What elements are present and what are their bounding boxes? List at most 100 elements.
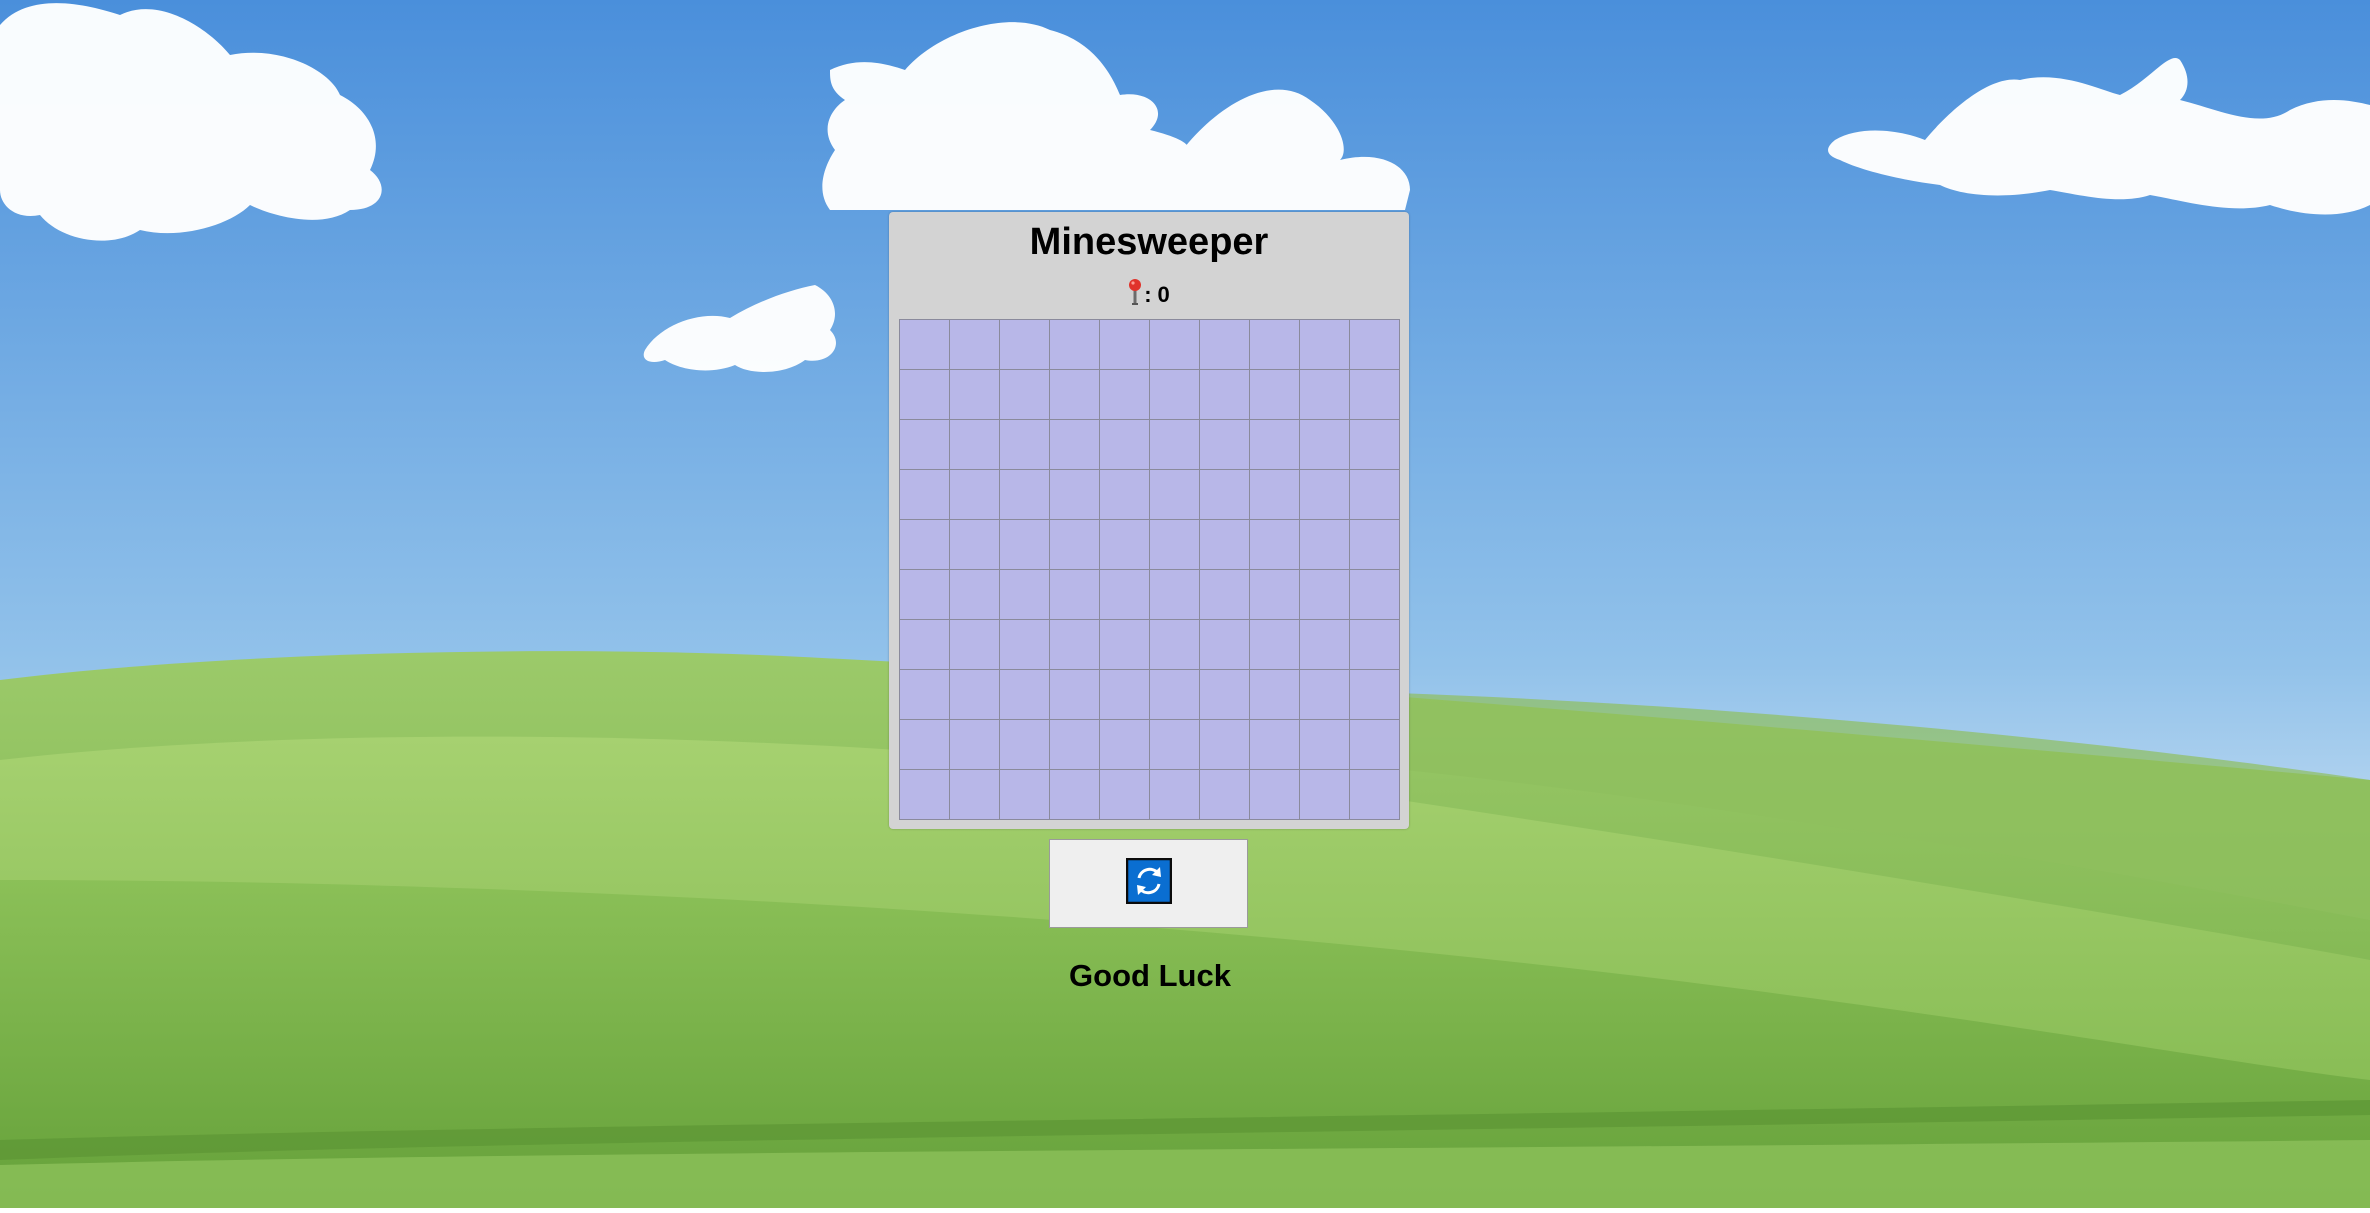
grid-cell[interactable] (1149, 669, 1199, 719)
grid-cell[interactable] (1349, 669, 1399, 719)
grid-cell[interactable] (899, 319, 949, 369)
grid-cell[interactable] (1099, 719, 1149, 769)
grid-cell[interactable] (1049, 319, 1099, 369)
grid-cell[interactable] (1049, 619, 1099, 669)
grid-cell[interactable] (1349, 319, 1399, 369)
grid-cell[interactable] (1149, 369, 1199, 419)
grid-cell[interactable] (999, 419, 1049, 469)
grid-cell[interactable] (1149, 419, 1199, 469)
grid-cell[interactable] (1149, 519, 1199, 569)
grid-cell[interactable] (1249, 419, 1299, 469)
grid-cell[interactable] (1099, 669, 1149, 719)
grid-cell[interactable] (1049, 419, 1099, 469)
grid-cell[interactable] (1249, 519, 1299, 569)
grid-cell[interactable] (1049, 719, 1099, 769)
grid-cell[interactable] (1199, 519, 1249, 569)
grid-cell[interactable] (999, 519, 1049, 569)
grid-cell[interactable] (1199, 369, 1249, 419)
grid-cell[interactable] (1299, 719, 1349, 769)
grid-cell[interactable] (999, 669, 1049, 719)
grid-cell[interactable] (1349, 369, 1399, 419)
grid-cell[interactable] (1049, 469, 1099, 519)
grid-cell[interactable] (1299, 469, 1349, 519)
grid-cell[interactable] (899, 769, 949, 819)
grid-cell[interactable] (1099, 419, 1149, 469)
grid-cell[interactable] (1049, 519, 1099, 569)
grid-cell[interactable] (1299, 519, 1349, 569)
grid-cell[interactable] (1099, 569, 1149, 619)
grid-cell[interactable] (999, 319, 1049, 369)
grid-cell[interactable] (1249, 619, 1299, 669)
grid-cell[interactable] (899, 419, 949, 469)
grid-cell[interactable] (899, 719, 949, 769)
grid-cell[interactable] (1149, 719, 1199, 769)
grid-cell[interactable] (899, 369, 949, 419)
grid-cell[interactable] (899, 569, 949, 619)
grid-cell[interactable] (1249, 569, 1299, 619)
reset-button[interactable] (1049, 839, 1248, 928)
grid-cell[interactable] (899, 469, 949, 519)
grid-cell[interactable] (1349, 769, 1399, 819)
grid-cell[interactable] (949, 319, 999, 369)
grid-cell[interactable] (1149, 569, 1199, 619)
grid-cell[interactable] (1199, 669, 1249, 719)
grid-cell[interactable] (1149, 769, 1199, 819)
grid-cell[interactable] (1299, 369, 1349, 419)
grid-cell[interactable] (899, 619, 949, 669)
grid-cell[interactable] (1299, 619, 1349, 669)
grid-cell[interactable] (999, 719, 1049, 769)
grid-cell[interactable] (949, 369, 999, 419)
grid-cell[interactable] (1299, 319, 1349, 369)
grid-cell[interactable] (949, 469, 999, 519)
grid-cell[interactable] (1199, 569, 1249, 619)
grid-cell[interactable] (1249, 719, 1299, 769)
grid-cell[interactable] (949, 519, 999, 569)
grid-cell[interactable] (1299, 569, 1349, 619)
grid-cell[interactable] (949, 769, 999, 819)
grid-cell[interactable] (949, 719, 999, 769)
grid-cell[interactable] (1199, 719, 1249, 769)
grid-cell[interactable] (1299, 419, 1349, 469)
grid-cell[interactable] (1199, 769, 1249, 819)
grid-cell[interactable] (999, 619, 1049, 669)
grid-cell[interactable] (1049, 369, 1099, 419)
grid-cell[interactable] (949, 669, 999, 719)
grid-cell[interactable] (1099, 369, 1149, 419)
grid-cell[interactable] (1049, 769, 1099, 819)
grid-cell[interactable] (1099, 319, 1149, 369)
grid-cell[interactable] (1349, 419, 1399, 469)
grid-cell[interactable] (1249, 669, 1299, 719)
grid-cell[interactable] (1199, 619, 1249, 669)
grid-cell[interactable] (1099, 519, 1149, 569)
grid-cell[interactable] (1349, 719, 1399, 769)
grid-cell[interactable] (1299, 669, 1349, 719)
grid-cell[interactable] (949, 419, 999, 469)
grid-cell[interactable] (1049, 669, 1099, 719)
grid-cell[interactable] (999, 569, 1049, 619)
grid-cell[interactable] (1249, 769, 1299, 819)
grid-cell[interactable] (999, 769, 1049, 819)
grid-cell[interactable] (1249, 469, 1299, 519)
grid-cell[interactable] (899, 519, 949, 569)
grid-cell[interactable] (1099, 769, 1149, 819)
grid-cell[interactable] (1099, 469, 1149, 519)
grid-cell[interactable] (1199, 469, 1249, 519)
grid-cell[interactable] (999, 369, 1049, 419)
grid-cell[interactable] (1349, 619, 1399, 669)
grid-cell[interactable] (999, 469, 1049, 519)
grid-cell[interactable] (1049, 569, 1099, 619)
grid-cell[interactable] (899, 669, 949, 719)
grid-cell[interactable] (1199, 419, 1249, 469)
grid-cell[interactable] (1149, 319, 1199, 369)
grid-cell[interactable] (1349, 519, 1399, 569)
grid-cell[interactable] (1149, 619, 1199, 669)
grid-cell[interactable] (1349, 469, 1399, 519)
grid-cell[interactable] (1199, 319, 1249, 369)
grid-cell[interactable] (949, 569, 999, 619)
grid-cell[interactable] (949, 619, 999, 669)
grid-cell[interactable] (1149, 469, 1199, 519)
grid-cell[interactable] (1249, 369, 1299, 419)
grid-cell[interactable] (1299, 769, 1349, 819)
grid-cell[interactable] (1249, 319, 1299, 369)
grid-cell[interactable] (1349, 569, 1399, 619)
